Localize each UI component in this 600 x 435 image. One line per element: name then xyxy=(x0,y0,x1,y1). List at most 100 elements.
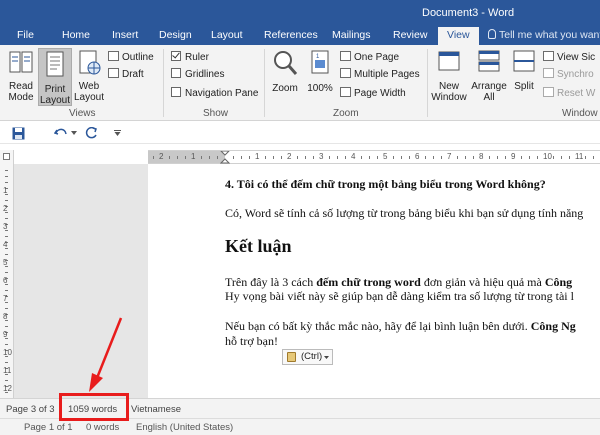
customize-toolbar-icon[interactable] xyxy=(114,130,121,136)
print-layout-button[interactable]: Print Layout xyxy=(38,48,72,106)
ruler-tick xyxy=(585,156,586,159)
ruler-tick xyxy=(185,156,186,159)
new-window-label-2: Window xyxy=(431,92,467,103)
page-count[interactable]: Page 3 of 3 xyxy=(6,404,55,415)
one-page-icon xyxy=(340,51,351,61)
show-group-label: Show xyxy=(203,108,229,119)
group-divider xyxy=(427,49,428,117)
proofing-language-2[interactable]: English (United States) xyxy=(136,422,233,433)
ruler-tick xyxy=(441,156,442,159)
synchronous-scrolling-button[interactable]: Synchro xyxy=(543,68,594,82)
ruler-number: 2 xyxy=(287,152,292,161)
checkbox-icon xyxy=(171,87,181,97)
ruler-number: 6 xyxy=(415,152,420,161)
indent-marker-icon[interactable] xyxy=(220,151,230,164)
proofing-language[interactable]: Vietnamese xyxy=(131,404,181,415)
ruler-tick xyxy=(377,156,378,159)
ruler-number: 11 xyxy=(575,152,584,161)
ruler-tick xyxy=(5,362,8,363)
ruler-tick xyxy=(169,156,170,159)
horizontal-ruler[interactable]: 2 1 1 2 3 4 5 6 7 8 9 10 11 xyxy=(148,150,600,164)
document-page[interactable]: 4. Tôi có thể đếm chữ trong một bảng biể… xyxy=(148,164,600,398)
split-icon xyxy=(513,50,535,72)
view-side-by-side-button[interactable]: View Sic xyxy=(543,51,595,65)
reset-window-icon xyxy=(543,87,554,97)
quick-access-toolbar xyxy=(0,122,600,144)
draft-button[interactable]: Draft xyxy=(108,68,144,82)
p1-bold-b: đếm chữ trong word xyxy=(316,275,421,289)
vertical-ruler[interactable]: 1 2 3 4 5 6 7 8 9 10 11 12 xyxy=(0,150,14,398)
multiple-pages-button[interactable]: Multiple Pages xyxy=(340,68,420,82)
ruler-checkbox[interactable]: Ruler xyxy=(171,51,209,65)
undo-icon[interactable] xyxy=(54,127,68,139)
tab-insert[interactable]: Insert xyxy=(112,29,138,41)
zoom-button[interactable]: Zoom xyxy=(269,48,301,94)
outline-button[interactable]: Outline xyxy=(108,51,154,65)
ruler-tick xyxy=(5,272,8,273)
conclusion-paragraph-2: Hy vọng bài viết này sẽ giúp bạn dễ dàng… xyxy=(225,289,574,303)
gridlines-label: Gridlines xyxy=(185,69,225,80)
p1-text-a: Trên đây là 3 cách xyxy=(225,275,317,289)
tab-references[interactable]: References xyxy=(264,29,318,41)
synchro-label: Synchro xyxy=(557,69,594,80)
navigation-pane-checkbox[interactable]: Navigation Pane xyxy=(171,87,258,101)
ruler-tick xyxy=(5,254,8,255)
page-width-button[interactable]: Page Width xyxy=(340,87,406,101)
save-icon[interactable] xyxy=(12,127,25,140)
web-layout-label-2: Layout xyxy=(73,92,105,103)
ruler-tick xyxy=(345,156,346,159)
zoom-100-button[interactable]: 1 100% xyxy=(304,48,336,94)
new-window-button[interactable]: New Window xyxy=(430,48,468,103)
ruler-number: 8 xyxy=(479,152,484,161)
web-layout-button[interactable]: Web Layout xyxy=(73,48,105,103)
question-text: 4. Tôi có thể đếm chữ trong một bảng biể… xyxy=(225,177,546,191)
ruler-tick xyxy=(297,156,298,159)
ruler-number: 4 xyxy=(3,240,8,249)
annotation-highlight-box xyxy=(59,393,129,421)
chevron-down-icon[interactable] xyxy=(71,131,77,135)
tab-home[interactable]: Home xyxy=(62,29,90,41)
side-by-side-icon xyxy=(543,51,554,61)
draft-label: Draft xyxy=(122,69,144,80)
zoom-label: Zoom xyxy=(272,83,298,94)
paste-options-label: (Ctrl) xyxy=(301,351,323,362)
page-count-2[interactable]: Page 1 of 1 xyxy=(24,422,73,433)
tab-design[interactable]: Design xyxy=(159,29,192,41)
split-button[interactable]: Split xyxy=(509,48,539,92)
ruler-tick xyxy=(305,156,306,159)
answer-paragraph: Có, Word sẽ tính cả số lượng từ trong bả… xyxy=(225,206,584,220)
checkbox-checked-icon xyxy=(171,51,181,61)
ruler-tick xyxy=(241,156,242,159)
ruler-tick xyxy=(561,156,562,159)
print-layout-label-1: Print xyxy=(44,84,66,95)
tab-selector-icon[interactable] xyxy=(3,153,10,160)
arrange-all-button[interactable]: Arrange All xyxy=(470,48,508,103)
conclusion-paragraph-4: hỗ trợ bạn! xyxy=(225,334,278,348)
tab-review[interactable]: Review xyxy=(393,29,427,41)
read-mode-button[interactable]: Read Mode xyxy=(5,48,37,103)
page-icon xyxy=(46,51,64,77)
ruler-tick xyxy=(217,156,218,159)
read-mode-label-1: Read xyxy=(9,81,33,92)
ruler-number: 5 xyxy=(383,152,388,161)
word-count-2[interactable]: 0 words xyxy=(86,422,119,433)
one-page-label: One Page xyxy=(354,52,400,63)
one-page-button[interactable]: One Page xyxy=(340,51,399,65)
navigation-pane-label: Navigation Pane xyxy=(185,88,259,99)
zoom-group-label: Zoom xyxy=(333,108,359,119)
tab-mailings[interactable]: Mailings xyxy=(332,29,371,41)
tab-layout[interactable]: Layout xyxy=(211,29,243,41)
ruler-tick xyxy=(5,380,8,381)
page-100-icon: 1 xyxy=(311,50,329,74)
outline-label: Outline xyxy=(122,52,154,63)
redo-icon[interactable] xyxy=(85,127,98,139)
ruler-tick xyxy=(409,156,410,159)
tell-me-search[interactable]: Tell me what you want to do xyxy=(488,29,600,41)
reset-window-position-button[interactable]: Reset W xyxy=(543,87,595,101)
p3-bold-b: Công Ng xyxy=(530,319,576,333)
tab-view[interactable]: View xyxy=(438,27,479,45)
tab-file[interactable]: File xyxy=(17,29,34,41)
ribbon: Read Mode Print Layout Web Layout Outlin… xyxy=(0,45,600,121)
paste-options-button[interactable]: (Ctrl) xyxy=(282,349,333,365)
gridlines-checkbox[interactable]: Gridlines xyxy=(171,68,224,82)
